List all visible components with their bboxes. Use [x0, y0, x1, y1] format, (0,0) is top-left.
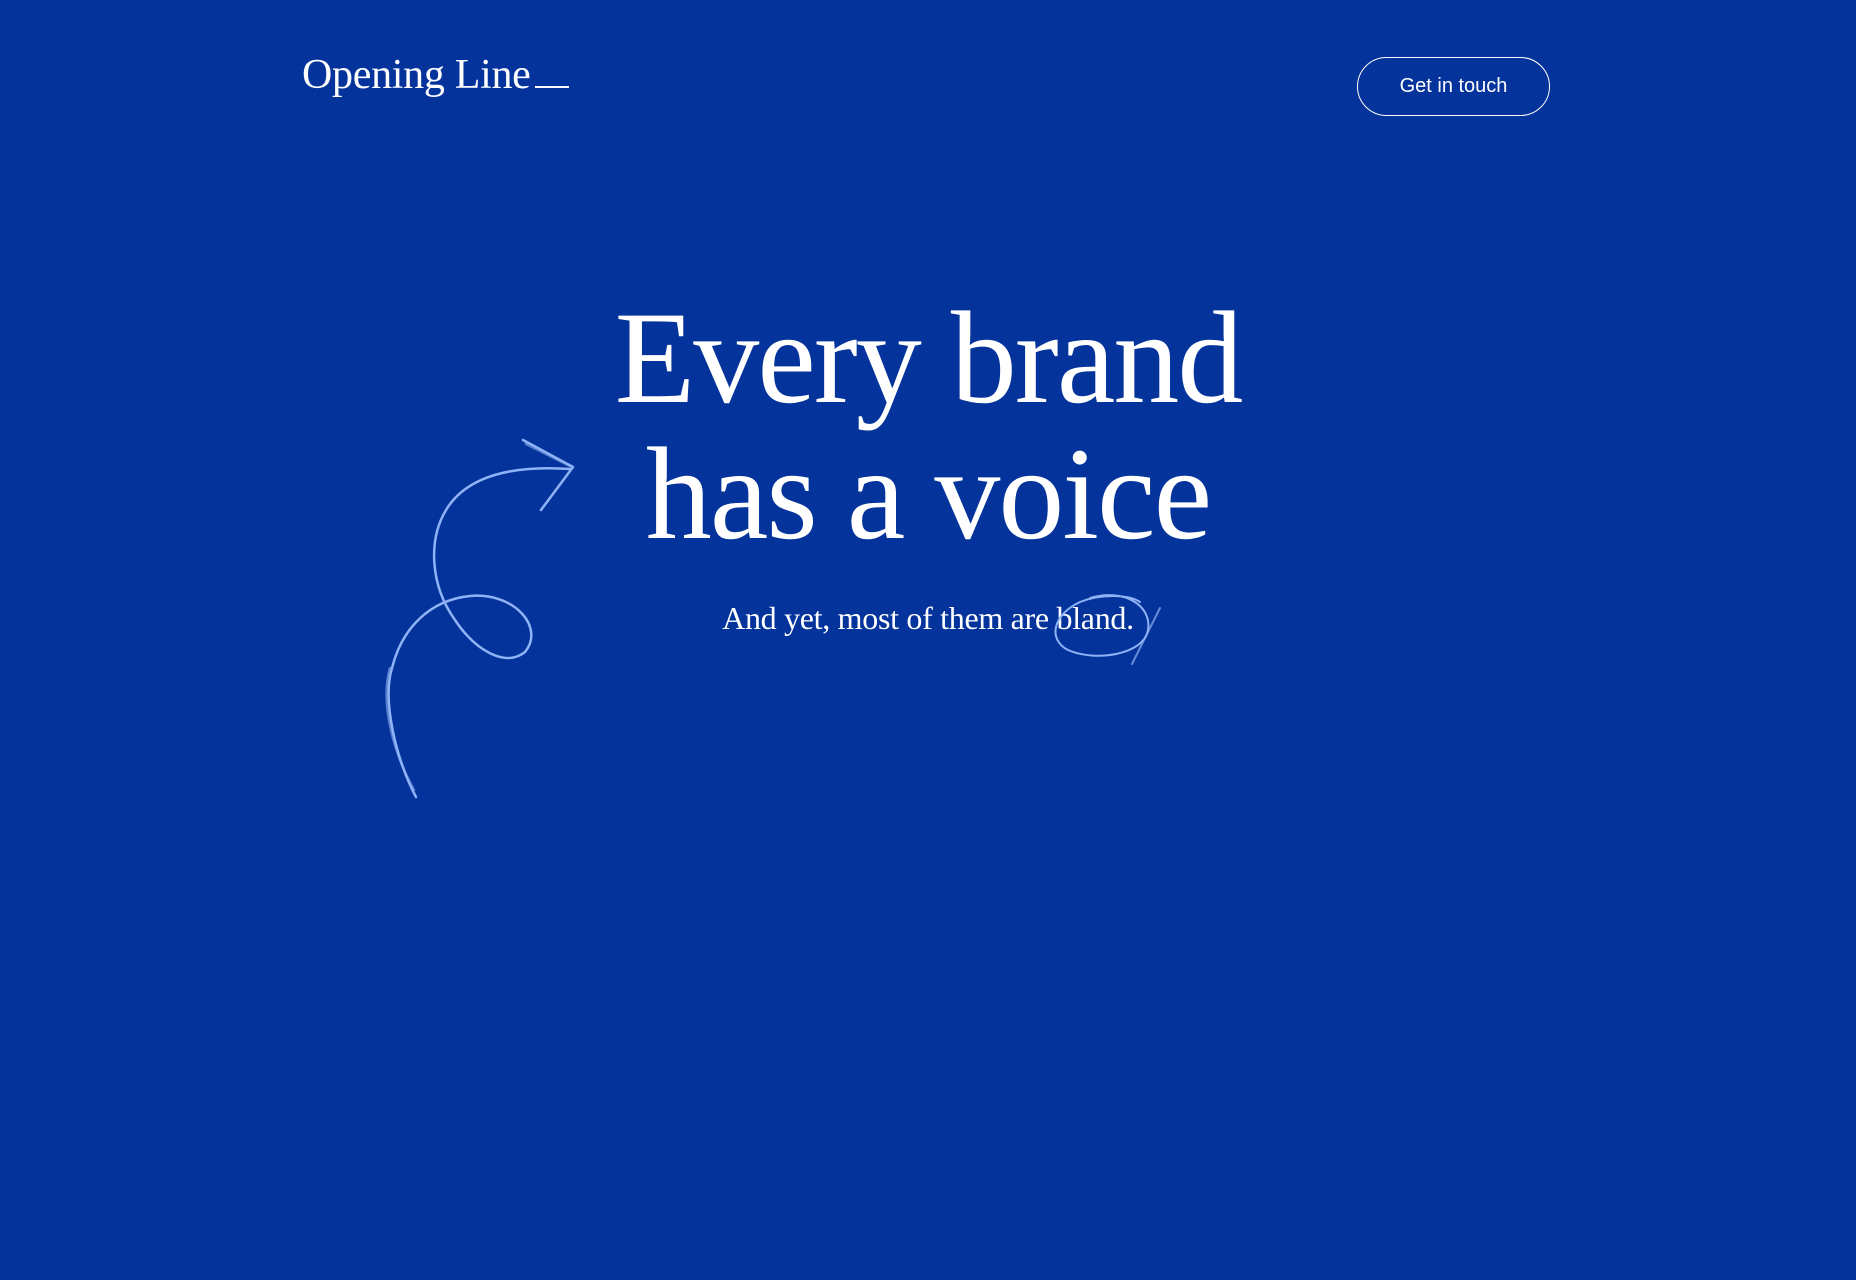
logo[interactable]: Opening Line [302, 54, 569, 96]
hero-headline: Every brand has a voice [0, 290, 1856, 562]
get-in-touch-button[interactable]: Get in touch [1357, 57, 1550, 116]
hero-headline-line-1: Every brand [614, 284, 1244, 431]
hero-subheadline: And yet, most of them are bland. [722, 600, 1134, 636]
logo-text: Opening Line [302, 52, 531, 98]
doodle-layer [385, 438, 1161, 799]
hero-headline-line-2: has a voice [645, 420, 1212, 567]
hero-section: Every brand has a voice And yet, most of… [0, 290, 1856, 638]
logo-cursor-underline [534, 86, 569, 88]
